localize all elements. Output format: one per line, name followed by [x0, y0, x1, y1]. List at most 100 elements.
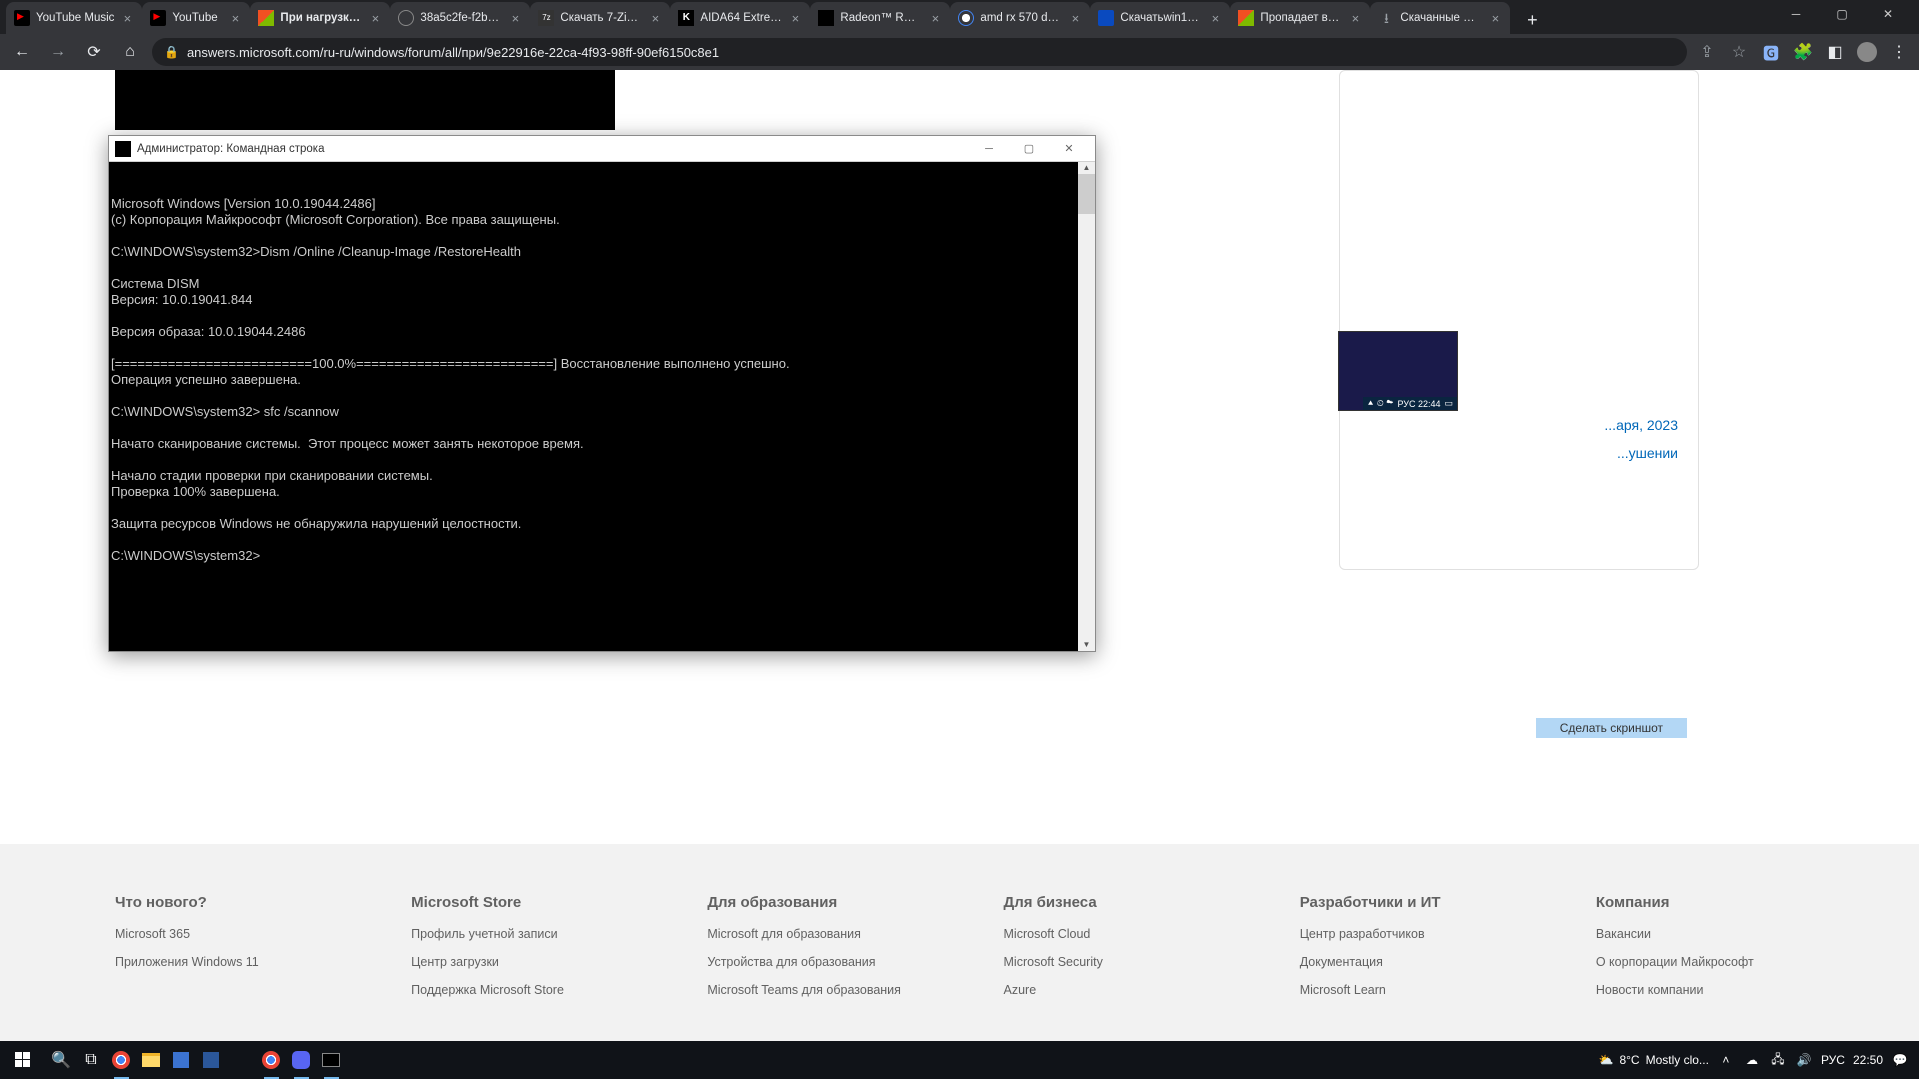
close-icon[interactable]: ×: [508, 11, 522, 25]
close-icon[interactable]: ×: [1348, 11, 1362, 25]
close-icon[interactable]: ×: [368, 11, 382, 25]
site-icon: [1098, 10, 1114, 26]
volume-icon[interactable]: 🔊: [1795, 1051, 1813, 1069]
tab-youtube-music[interactable]: YouTube Music ×: [6, 2, 142, 34]
footer-link[interactable]: Microsoft для образования: [707, 927, 915, 941]
footer-link[interactable]: Azure: [1004, 983, 1212, 997]
profile-icon[interactable]: [1855, 40, 1879, 64]
sidebar-link-topic[interactable]: ...ушении: [1617, 445, 1678, 461]
taskbar-cmd[interactable]: [316, 1041, 346, 1079]
footer-link[interactable]: Новости компании: [1596, 983, 1804, 997]
footer-link[interactable]: Microsoft Cloud: [1004, 927, 1212, 941]
tab-7zip[interactable]: 7z Скачать 7-Zip ... ×: [530, 2, 670, 34]
cmd-maximize-button[interactable]: ▢: [1009, 137, 1049, 161]
embedded-thumbnail[interactable]: ⯅ ⏲ ☁ РУС 22:44 ▭: [1338, 331, 1458, 411]
menu-icon[interactable]: ⋮: [1887, 40, 1911, 64]
maximize-button[interactable]: ▢: [1819, 0, 1865, 28]
scroll-down-icon[interactable]: ▼: [1078, 639, 1095, 651]
weather-widget[interactable]: ⛅ 8°C Mostly clo...: [1598, 1053, 1708, 1067]
footer-link[interactable]: Microsoft 365: [115, 927, 323, 941]
extensions-icon[interactable]: 🧩: [1791, 40, 1815, 64]
bookmark-icon[interactable]: ☆: [1727, 40, 1751, 64]
cmd-window[interactable]: Администратор: Командная строка ─ ▢ ✕ Mi…: [108, 135, 1096, 652]
cmd-scrollbar[interactable]: ▲ ▼: [1078, 162, 1095, 651]
taskbar-app2[interactable]: [196, 1041, 226, 1079]
tab-label: Скачанные фа...: [1400, 12, 1482, 24]
cmd-close-button[interactable]: ✕: [1049, 137, 1089, 161]
footer-link[interactable]: Устройства для образования: [707, 955, 915, 969]
footer-link[interactable]: Вакансии: [1596, 927, 1804, 941]
minimize-button[interactable]: ─: [1773, 0, 1819, 28]
tab-ms-answers-2[interactable]: Пропадает ви... ×: [1230, 2, 1370, 34]
taskbar-discord[interactable]: [286, 1041, 316, 1079]
notifications-icon[interactable]: 💬: [1891, 1051, 1909, 1069]
taskbar-chrome-2[interactable]: [256, 1041, 286, 1079]
browser-toolbar: ← → ⟳ ⌂ 🔒 answers.microsoft.com/ru-ru/wi…: [0, 34, 1919, 70]
close-button[interactable]: ✕: [1865, 0, 1911, 28]
footer-link[interactable]: Документация: [1300, 955, 1508, 969]
sidebar-link-date[interactable]: ...аря, 2023: [1604, 417, 1678, 433]
footer-link[interactable]: Центр загрузки: [411, 955, 619, 969]
language-indicator[interactable]: РУС: [1821, 1053, 1845, 1067]
footer-link[interactable]: Microsoft Security: [1004, 955, 1212, 969]
footer-link[interactable]: Центр разработчиков: [1300, 927, 1508, 941]
footer-column: Что нового?Microsoft 365Приложения Windo…: [115, 894, 323, 1011]
weather-icon: ⛅: [1598, 1053, 1613, 1067]
footer-link[interactable]: Поддержка Microsoft Store: [411, 983, 619, 997]
cmd-title: Администратор: Командная строка: [137, 143, 969, 155]
start-button[interactable]: [0, 1041, 46, 1079]
onedrive-icon[interactable]: ☁: [1743, 1051, 1761, 1069]
taskbar-app1[interactable]: [166, 1041, 196, 1079]
close-icon[interactable]: ×: [1208, 11, 1222, 25]
scroll-up-icon[interactable]: ▲: [1078, 162, 1095, 174]
network-icon[interactable]: 🖧: [1769, 1051, 1787, 1069]
cmd-minimize-button[interactable]: ─: [969, 137, 1009, 161]
tab-downloads[interactable]: ⭳ Скачанные фа... ×: [1370, 2, 1510, 34]
footer-link[interactable]: Профиль учетной записи: [411, 927, 619, 941]
close-icon[interactable]: ×: [120, 11, 134, 25]
tray-text: РУС 22:44: [1397, 399, 1440, 409]
tab-label: Скачать 7-Zip ...: [560, 12, 642, 24]
tab-download-win10[interactable]: Скачатьwin10... ×: [1090, 2, 1230, 34]
footer-link[interactable]: Microsoft Teams для образования: [707, 983, 915, 997]
cmd-titlebar[interactable]: Администратор: Командная строка ─ ▢ ✕: [109, 136, 1095, 162]
footer-link[interactable]: Приложения Windows 11: [115, 955, 323, 969]
home-button[interactable]: ⌂: [116, 38, 144, 66]
close-icon[interactable]: ×: [1488, 11, 1502, 25]
taskbar-chrome[interactable]: [106, 1041, 136, 1079]
taskbar-explorer[interactable]: [136, 1041, 166, 1079]
tab-youtube[interactable]: YouTube ×: [142, 2, 250, 34]
new-tab-button[interactable]: +: [1518, 6, 1546, 34]
cmd-body[interactable]: Microsoft Windows [Version 10.0.19044.24…: [109, 162, 1095, 651]
clock[interactable]: 22:50: [1853, 1053, 1883, 1067]
close-icon[interactable]: ×: [1068, 11, 1082, 25]
tab-aida64[interactable]: K AIDA64 Extrem... ×: [670, 2, 810, 34]
address-bar[interactable]: 🔒 answers.microsoft.com/ru-ru/windows/fo…: [152, 38, 1687, 66]
share-icon[interactable]: ⇪: [1695, 40, 1719, 64]
tab-38a5c[interactable]: 38a5c2fe-f2b0... ×: [390, 2, 530, 34]
close-icon[interactable]: ×: [788, 11, 802, 25]
reload-button[interactable]: ⟳: [80, 38, 108, 66]
footer-column: Для образованияMicrosoft для образования…: [707, 894, 915, 1011]
forward-button[interactable]: →: [44, 38, 72, 66]
close-icon[interactable]: ×: [928, 11, 942, 25]
tab-google-search[interactable]: amd rx 570 dri... ×: [950, 2, 1090, 34]
search-button[interactable]: 🔍: [46, 1041, 76, 1079]
task-view-button[interactable]: ⧉: [76, 1041, 106, 1079]
close-icon[interactable]: ×: [648, 11, 662, 25]
page-footer: Что нового?Microsoft 365Приложения Windo…: [0, 844, 1919, 1041]
footer-link[interactable]: Microsoft Learn: [1300, 983, 1508, 997]
footer-link[interactable]: О корпорации Майкрософт: [1596, 955, 1804, 969]
footer-column: Для бизнесаMicrosoft CloudMicrosoft Secu…: [1004, 894, 1212, 1011]
tab-ms-answers[interactable]: При нагрузке в... ×: [250, 2, 390, 34]
close-icon[interactable]: ×: [228, 11, 242, 25]
cmd-icon: [115, 141, 131, 157]
translate-icon[interactable]: 🅶: [1759, 40, 1783, 64]
scroll-thumb[interactable]: [1078, 174, 1095, 214]
back-button[interactable]: ←: [8, 38, 36, 66]
tab-radeon[interactable]: Radeon™ RX 57... ×: [810, 2, 950, 34]
download-icon: ⭳: [1378, 10, 1394, 26]
chevron-up-icon[interactable]: ˄: [1717, 1051, 1735, 1069]
sidepanel-icon[interactable]: ◧: [1823, 40, 1847, 64]
screenshot-button[interactable]: Сделать скриншот: [1536, 718, 1687, 738]
